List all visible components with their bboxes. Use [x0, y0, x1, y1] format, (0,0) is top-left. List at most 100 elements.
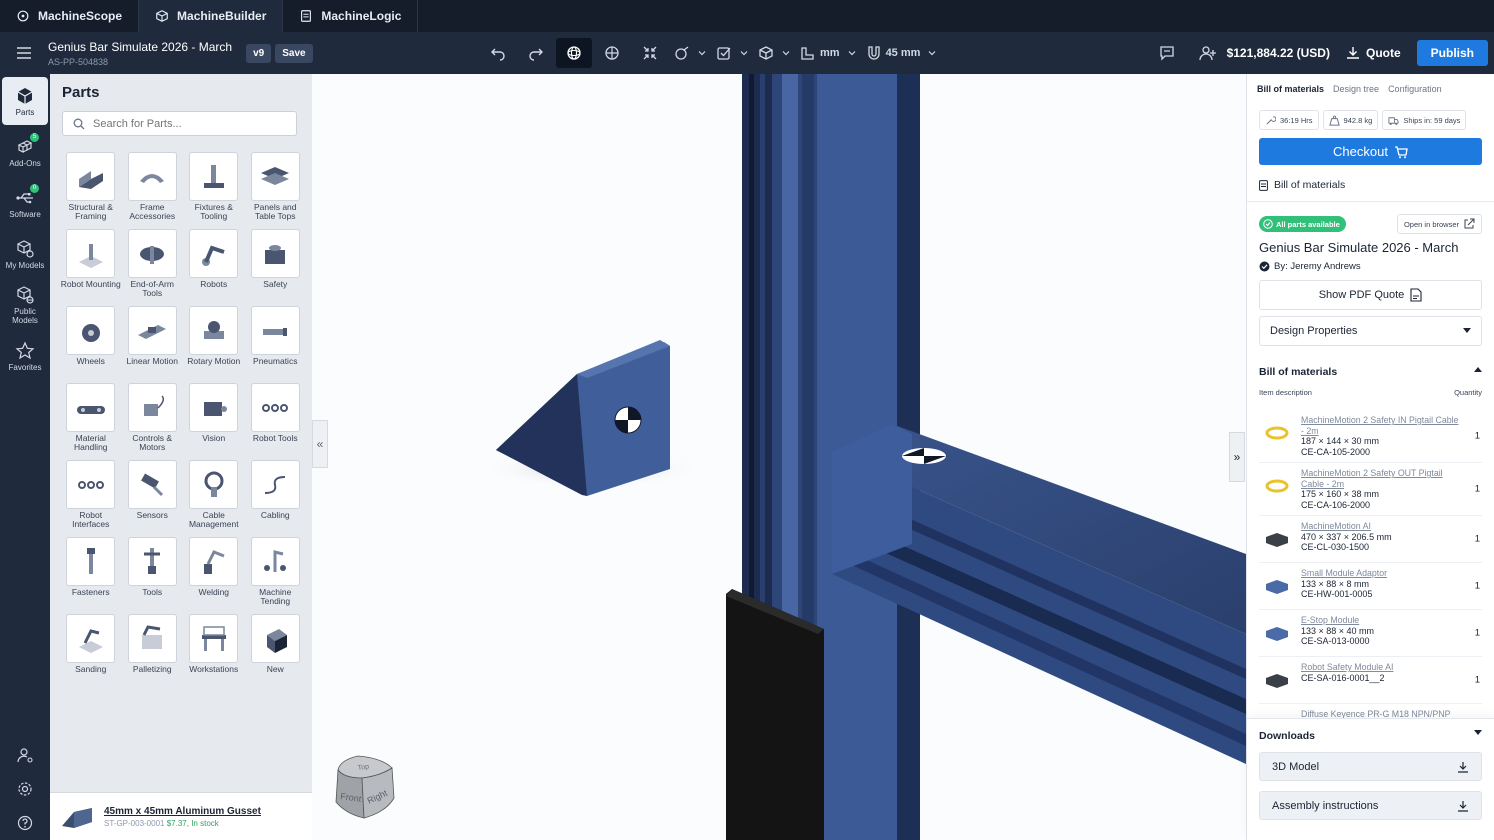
units-dropdown[interactable]: mm — [796, 38, 860, 68]
category-vision[interactable]: Vision — [183, 383, 245, 454]
bom-item-row[interactable]: MachineMotion 2 Safety OUT Pigtail Cable… — [1259, 463, 1482, 516]
category-panels-and-table-tops[interactable]: Panels and Table Tops — [245, 152, 307, 223]
bom-item-name[interactable]: Diffuse Keyence PR-G M18 NPN/PNP Sensor … — [1301, 709, 1461, 718]
bom-item-name[interactable]: MachineMotion 2 Safety IN Pigtail Cable … — [1301, 415, 1461, 436]
category-machine-tending[interactable]: Machine Tending — [245, 537, 307, 608]
category-robots[interactable]: Robots — [183, 229, 245, 300]
category-linear-motion[interactable]: Linear Motion — [122, 306, 184, 377]
category-robot-interfaces[interactable]: Robot Interfaces — [60, 460, 122, 531]
category-robot-mounting[interactable]: Robot Mounting — [60, 229, 122, 300]
settings-button[interactable] — [0, 772, 50, 806]
3d-viewport[interactable] — [312, 74, 1246, 840]
category-frame-accessories[interactable]: Frame Accessories — [122, 152, 184, 223]
category-sensors[interactable]: Sensors — [122, 460, 184, 531]
category-controls-motors[interactable]: Controls & Motors — [122, 383, 184, 454]
collapse-parts-button[interactable]: « — [312, 420, 328, 468]
quote-button[interactable]: Quote — [1346, 46, 1401, 60]
rail-item-parts[interactable]: Parts — [2, 77, 48, 125]
version-badge[interactable]: v9 — [246, 43, 272, 63]
view-mode-dropdown[interactable] — [754, 38, 794, 68]
category-welding[interactable]: Welding — [183, 537, 245, 608]
checkbox-icon — [717, 47, 731, 60]
fit-view-button[interactable] — [632, 38, 668, 68]
category-palletizing[interactable]: Palletizing — [122, 614, 184, 685]
select-dropdown[interactable] — [712, 38, 752, 68]
download-3d-model-button[interactable]: 3D Model — [1259, 752, 1482, 781]
bom-item-name[interactable]: E-Stop Module — [1301, 615, 1461, 626]
show-pdf-quote-button[interactable]: Show PDF Quote — [1259, 280, 1482, 310]
category-icon — [144, 547, 161, 574]
bom-item-row[interactable]: E-Stop Module 133 × 88 × 40 mm CE-SA-013-0… — [1259, 610, 1482, 657]
add-user-icon[interactable] — [1198, 45, 1217, 61]
bom-item-dims: 133 × 88 × 8 mm — [1301, 578, 1370, 589]
open-in-browser-button[interactable]: Open in browser — [1396, 214, 1482, 234]
tab-machinebuilder[interactable]: MachineBuilder — [139, 0, 284, 32]
rail-item-my-models[interactable]: My Models — [2, 230, 48, 278]
category-label: Structural & Framing — [68, 202, 113, 221]
bom-item-name[interactable]: Robot Safety Module AI — [1301, 662, 1461, 673]
category-thumbnail — [189, 537, 239, 586]
orbit-tool-button[interactable] — [556, 38, 592, 68]
rail-item-favorites[interactable]: Favorites — [2, 332, 48, 380]
pan-tool-button[interactable] — [594, 38, 630, 68]
collapse-arrows-icon — [643, 46, 657, 60]
measure-dropdown[interactable] — [670, 38, 710, 68]
bom-item-row[interactable]: Robot Safety Module AI CE-SA-016-0001__2 1 — [1259, 657, 1482, 704]
comment-icon[interactable] — [1159, 45, 1175, 61]
collapse-bom-button[interactable]: » — [1229, 432, 1245, 482]
category-end-of-arm-tools[interactable]: End-of-Arm Tools — [122, 229, 184, 300]
bom-item-row[interactable]: MachineMotion 2 Safety IN Pigtail Cable … — [1259, 410, 1482, 463]
bom-section-header[interactable]: Bill of materials — [1259, 366, 1482, 378]
selected-part-card[interactable]: 45mm x 45mm Aluminum Gusset ST-GP-003-00… — [50, 792, 312, 840]
category-pneumatics[interactable]: Pneumatics — [245, 306, 307, 377]
tab-configuration[interactable]: Configuration — [1388, 84, 1442, 102]
category-workstations[interactable]: Workstations — [183, 614, 245, 685]
bom-item-row[interactable]: MachineMotion AI 470 × 337 × 206.5 mm CE-C… — [1259, 516, 1482, 563]
search-input[interactable] — [93, 117, 283, 130]
publish-button[interactable]: Publish — [1416, 40, 1488, 66]
tab-machinescope[interactable]: MachineScope — [0, 0, 140, 32]
tab-bill-of-materials[interactable]: Bill of materials — [1257, 84, 1324, 102]
category-structural-framing[interactable]: Structural & Framing — [60, 152, 122, 223]
help-button[interactable] — [0, 806, 50, 840]
category-rotary-motion[interactable]: Rotary Motion — [183, 306, 245, 377]
bom-item-name[interactable]: MachineMotion 2 Safety OUT Pigtail Cable… — [1301, 468, 1461, 489]
checkout-button[interactable]: Checkout — [1259, 138, 1482, 165]
pdf-icon — [1410, 288, 1422, 302]
category-tools[interactable]: Tools — [122, 537, 184, 608]
category-material-handling[interactable]: Material Handling — [60, 383, 122, 454]
truck-icon — [1388, 116, 1399, 125]
tab-machinelogic[interactable]: MachineLogic — [283, 0, 419, 32]
category-label: Machine Tending — [259, 587, 292, 606]
category-robot-tools[interactable]: Robot Tools — [245, 383, 307, 454]
bom-item-name[interactable]: Small Module Adaptor — [1301, 568, 1461, 579]
category-sanding[interactable]: Sanding — [60, 614, 122, 685]
save-button[interactable]: Save — [275, 43, 313, 63]
bom-item-row[interactable]: Small Module Adaptor 133 × 88 × 8 mm CE-HW… — [1259, 563, 1482, 610]
snap-dropdown[interactable]: 45 mm — [862, 38, 941, 68]
tab-design-tree[interactable]: Design tree — [1333, 84, 1379, 102]
undo-button[interactable] — [480, 38, 516, 68]
rail-item-software[interactable]: 0 Software — [2, 179, 48, 227]
stat-value: 36:19 Hrs — [1280, 115, 1313, 125]
bom-item-row[interactable]: Diffuse Keyence PR-G M18 NPN/PNP Sensor … — [1259, 704, 1482, 718]
redo-button[interactable] — [518, 38, 554, 68]
category-fasteners[interactable]: Fasteners — [60, 537, 122, 608]
rail-item-public-models[interactable]: Public Models — [2, 281, 48, 329]
category-safety[interactable]: Safety — [245, 229, 307, 300]
download-assembly-instructions-button[interactable]: Assembly instructions — [1259, 791, 1482, 820]
category-cable-management[interactable]: Cable Management — [183, 460, 245, 531]
category-fixtures-tooling[interactable]: Fixtures & Tooling — [183, 152, 245, 223]
downloads-header[interactable]: Downloads — [1259, 730, 1482, 742]
category-new[interactable]: New — [245, 614, 307, 685]
bom-item-name[interactable]: MachineMotion AI — [1301, 521, 1461, 532]
menu-button[interactable] — [0, 46, 48, 60]
pdf-quote-label: Show PDF Quote — [1318, 289, 1405, 301]
rail-item-addons[interactable]: 5 Add-Ons — [2, 128, 48, 176]
category-wheels[interactable]: Wheels — [60, 306, 122, 377]
category-cabling[interactable]: Cabling — [245, 460, 307, 531]
selected-part-name[interactable]: 45mm x 45mm Aluminum Gusset — [104, 806, 261, 817]
design-properties-dropdown[interactable]: Design Properties — [1259, 316, 1482, 346]
account-button[interactable] — [0, 738, 50, 772]
view-cube[interactable]: Top Front Right — [328, 752, 400, 824]
